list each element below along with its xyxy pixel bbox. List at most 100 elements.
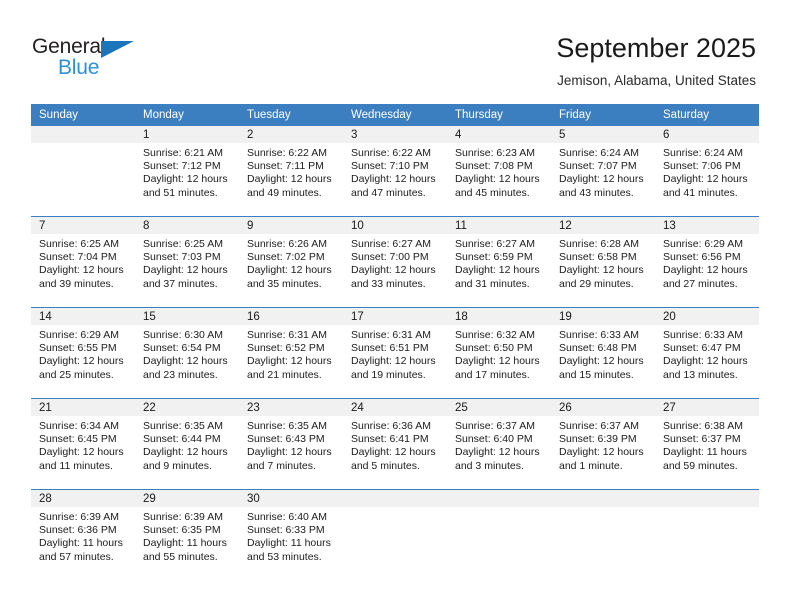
day-number: 11	[447, 217, 551, 234]
day-cell[interactable]: 12 Sunrise: 6:28 AM Sunset: 6:58 PM Dayligh…	[551, 216, 655, 308]
day-number	[655, 490, 759, 507]
day-number: 4	[447, 126, 551, 143]
day-cell[interactable]: 18 Sunrise: 6:32 AM Sunset: 6:50 PM Dayligh…	[447, 307, 551, 399]
daylight-text-line1: Daylight: 11 hours	[663, 446, 747, 459]
sunset-text: Sunset: 6:45 PM	[39, 433, 117, 446]
logo-triangle-icon	[101, 41, 134, 58]
daylight-text-line1: Daylight: 12 hours	[559, 264, 644, 277]
daylight-text-line1: Daylight: 12 hours	[247, 355, 332, 368]
day-cell[interactable]: 14 Sunrise: 6:29 AM Sunset: 6:55 PM Dayligh…	[31, 307, 135, 399]
day-number: 13	[655, 217, 759, 234]
sunset-text: Sunset: 6:39 PM	[559, 433, 637, 446]
day-number: 10	[343, 217, 447, 234]
calendar-week-row: 28 Sunrise: 6:39 AM Sunset: 6:36 PM Dayligh…	[31, 489, 759, 580]
daylight-text-line1: Daylight: 12 hours	[351, 446, 436, 459]
daylight-text-line1: Daylight: 12 hours	[351, 355, 436, 368]
sunrise-text: Sunrise: 6:22 AM	[247, 147, 327, 159]
day-number	[551, 490, 655, 507]
day-cell[interactable]: 20 Sunrise: 6:33 AM Sunset: 6:47 PM Dayligh…	[655, 307, 759, 399]
sunrise-text: Sunrise: 6:38 AM	[663, 420, 743, 432]
sunrise-text: Sunrise: 6:34 AM	[39, 420, 119, 432]
daylight-text-line1: Daylight: 12 hours	[39, 264, 124, 277]
day-cell[interactable]: 13 Sunrise: 6:29 AM Sunset: 6:56 PM Dayligh…	[655, 216, 759, 308]
daylight-text-line2: and 45 minutes.	[455, 186, 530, 199]
daylight-text-line2: and 23 minutes.	[143, 368, 218, 381]
day-cell[interactable]: 19 Sunrise: 6:33 AM Sunset: 6:48 PM Dayligh…	[551, 307, 655, 399]
calendar-body: 1 Sunrise: 6:21 AM Sunset: 7:12 PM Daylight…	[31, 126, 759, 580]
sunset-text: Sunset: 7:00 PM	[351, 251, 429, 264]
daylight-text-line2: and 43 minutes.	[559, 186, 634, 199]
day-number: 23	[239, 399, 343, 416]
sunset-text: Sunset: 6:35 PM	[143, 524, 221, 537]
sunrise-text: Sunrise: 6:33 AM	[663, 329, 743, 341]
sunset-text: Sunset: 6:59 PM	[455, 251, 533, 264]
day-cell[interactable]: 4 Sunrise: 6:23 AM Sunset: 7:08 PM Daylight…	[447, 126, 551, 217]
day-number: 27	[655, 399, 759, 416]
day-cell[interactable]: 16 Sunrise: 6:31 AM Sunset: 6:52 PM Dayligh…	[239, 307, 343, 399]
day-cell[interactable]	[655, 489, 759, 580]
calendar-week-row: 21 Sunrise: 6:34 AM Sunset: 6:45 PM Dayligh…	[31, 398, 759, 490]
daylight-text-line2: and 9 minutes.	[143, 459, 212, 472]
day-cell[interactable]	[343, 489, 447, 580]
day-cell[interactable]: 6 Sunrise: 6:24 AM Sunset: 7:06 PM Daylight…	[655, 126, 759, 217]
day-cell[interactable]: 9 Sunrise: 6:26 AM Sunset: 7:02 PM Daylight…	[239, 216, 343, 308]
daylight-text-line1: Daylight: 12 hours	[351, 264, 436, 277]
day-cell[interactable]	[551, 489, 655, 580]
day-cell[interactable]: 2 Sunrise: 6:22 AM Sunset: 7:11 PM Daylight…	[239, 126, 343, 217]
sunrise-text: Sunrise: 6:33 AM	[559, 329, 639, 341]
calendar-header-row: Sunday Monday Tuesday Wednesday Thursday…	[31, 104, 759, 126]
day-cell[interactable]: 29 Sunrise: 6:39 AM Sunset: 6:35 PM Dayligh…	[135, 489, 239, 580]
sunset-text: Sunset: 6:54 PM	[143, 342, 221, 355]
weekday-header-sunday: Sunday	[31, 104, 135, 126]
calendar-week-row: 14 Sunrise: 6:29 AM Sunset: 6:55 PM Dayligh…	[31, 307, 759, 399]
day-cell[interactable]: 24 Sunrise: 6:36 AM Sunset: 6:41 PM Dayligh…	[343, 398, 447, 490]
day-cell[interactable]: 21 Sunrise: 6:34 AM Sunset: 6:45 PM Dayligh…	[31, 398, 135, 490]
daylight-text-line2: and 1 minute.	[559, 459, 623, 472]
day-cell[interactable]: 11 Sunrise: 6:27 AM Sunset: 6:59 PM Dayligh…	[447, 216, 551, 308]
sunrise-text: Sunrise: 6:40 AM	[247, 511, 327, 523]
day-number: 21	[31, 399, 135, 416]
daylight-text-line1: Daylight: 12 hours	[39, 446, 124, 459]
sunset-text: Sunset: 6:52 PM	[247, 342, 325, 355]
day-number	[343, 490, 447, 507]
day-cell[interactable]: 1 Sunrise: 6:21 AM Sunset: 7:12 PM Daylight…	[135, 126, 239, 217]
weekday-header-thursday: Thursday	[447, 104, 551, 126]
daylight-text-line2: and 55 minutes.	[143, 550, 218, 563]
day-cell[interactable]: 10 Sunrise: 6:27 AM Sunset: 7:00 PM Dayligh…	[343, 216, 447, 308]
sunrise-text: Sunrise: 6:29 AM	[39, 329, 119, 341]
daylight-text-line2: and 11 minutes.	[39, 459, 113, 472]
day-cell[interactable]: 27 Sunrise: 6:38 AM Sunset: 6:37 PM Dayligh…	[655, 398, 759, 490]
logo-text-blue: Blue	[58, 56, 100, 79]
day-cell[interactable]: 8 Sunrise: 6:25 AM Sunset: 7:03 PM Daylight…	[135, 216, 239, 308]
day-cell[interactable]: 3 Sunrise: 6:22 AM Sunset: 7:10 PM Daylight…	[343, 126, 447, 217]
day-cell[interactable]: 28 Sunrise: 6:39 AM Sunset: 6:36 PM Dayligh…	[31, 489, 135, 580]
daylight-text-line2: and 21 minutes.	[247, 368, 322, 381]
daylight-text-line1: Daylight: 12 hours	[559, 355, 644, 368]
day-cell[interactable]	[31, 126, 135, 217]
weekday-header-monday: Monday	[135, 104, 239, 126]
day-cell[interactable]: 7 Sunrise: 6:25 AM Sunset: 7:04 PM Daylight…	[31, 216, 135, 308]
day-number: 29	[135, 490, 239, 507]
daylight-text-line1: Daylight: 12 hours	[663, 355, 748, 368]
day-cell[interactable]: 23 Sunrise: 6:35 AM Sunset: 6:43 PM Dayligh…	[239, 398, 343, 490]
day-cell[interactable]: 26 Sunrise: 6:37 AM Sunset: 6:39 PM Dayligh…	[551, 398, 655, 490]
day-cell[interactable]: 5 Sunrise: 6:24 AM Sunset: 7:07 PM Daylight…	[551, 126, 655, 217]
daylight-text-line1: Daylight: 12 hours	[455, 264, 540, 277]
day-cell[interactable]: 17 Sunrise: 6:31 AM Sunset: 6:51 PM Dayligh…	[343, 307, 447, 399]
daylight-text-line1: Daylight: 11 hours	[247, 537, 331, 550]
day-cell[interactable]: 15 Sunrise: 6:30 AM Sunset: 6:54 PM Dayligh…	[135, 307, 239, 399]
sunrise-text: Sunrise: 6:24 AM	[559, 147, 639, 159]
day-cell[interactable]: 30 Sunrise: 6:40 AM Sunset: 6:33 PM Dayligh…	[239, 489, 343, 580]
day-cell[interactable]: 22 Sunrise: 6:35 AM Sunset: 6:44 PM Dayligh…	[135, 398, 239, 490]
daylight-text-line2: and 33 minutes.	[351, 277, 426, 290]
general-blue-logo[interactable]: General Blue	[32, 36, 152, 84]
page-header: General Blue September 2025 Jemison, Ala…	[0, 0, 792, 100]
day-cell[interactable]: 25 Sunrise: 6:37 AM Sunset: 6:40 PM Dayligh…	[447, 398, 551, 490]
sunrise-text: Sunrise: 6:25 AM	[143, 238, 223, 250]
daylight-text-line2: and 41 minutes.	[663, 186, 738, 199]
day-number: 20	[655, 308, 759, 325]
day-number: 15	[135, 308, 239, 325]
daylight-text-line2: and 47 minutes.	[351, 186, 426, 199]
day-cell[interactable]	[447, 489, 551, 580]
sunrise-text: Sunrise: 6:30 AM	[143, 329, 223, 341]
